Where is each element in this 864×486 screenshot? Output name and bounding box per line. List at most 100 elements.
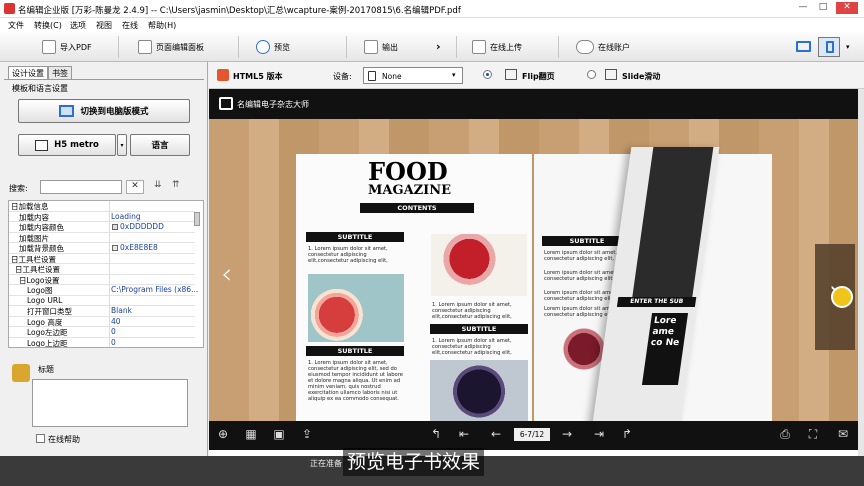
radio-dot (486, 73, 489, 76)
property-key: 打开窗口类型 (27, 307, 72, 316)
property-row[interactable]: Logo左边距 0 (9, 327, 195, 338)
property-row[interactable]: 日工具栏设置 (9, 264, 195, 275)
property-row[interactable]: 加载内容颜色 0xDDDDDD (9, 222, 195, 233)
property-divider (109, 201, 110, 211)
chevron-right-icon[interactable]: › (436, 40, 441, 53)
last-page-icon[interactable]: ⇥ (591, 427, 607, 441)
preview-area: HTML5 版本 设备: None ▾ Flip翻页 Slide滑动 名编辑电子… (209, 62, 864, 456)
first-page-icon[interactable]: ⇤ (456, 427, 472, 441)
html5-icon (217, 69, 229, 81)
property-key: Logo图 (27, 286, 53, 295)
share-icon[interactable]: ⇪ (299, 427, 315, 441)
menu-convert[interactable]: 转换(C) (34, 20, 62, 31)
page-indicator[interactable]: 6-7/12 (514, 428, 550, 441)
left-page[interactable]: FOOD MAGAZINE CONTENTS SUBTITLE 1. Lorem… (296, 154, 532, 446)
property-key: Logo URL (27, 295, 63, 305)
output-icon (364, 40, 378, 54)
print-icon[interactable]: ⎙ (777, 427, 793, 442)
property-row[interactable]: 打开窗口类型 Blank (9, 306, 195, 317)
property-scrollbar[interactable] (194, 212, 200, 226)
expand-all-icon[interactable]: ⇊ (154, 180, 162, 190)
collapse-all-icon[interactable]: ⇈ (172, 180, 180, 190)
mobile-view-button[interactable] (818, 37, 840, 57)
property-divider (109, 327, 110, 337)
tab-design-settings[interactable]: 设计设置 (8, 66, 48, 79)
device-value: None (382, 72, 402, 81)
redo-icon[interactable]: ↱ (619, 427, 635, 441)
thumbnails-icon[interactable]: ▦ (243, 427, 259, 441)
prev-page-arrow[interactable]: ‹ (221, 257, 232, 290)
previous-page-icon[interactable]: ← (488, 427, 504, 441)
tab-bookmarks[interactable]: 书签 (48, 66, 72, 79)
title-textarea[interactable] (32, 379, 188, 427)
menu-online[interactable]: 在线 (122, 20, 138, 31)
close-button[interactable]: ✕ (836, 2, 858, 14)
video-caption: 预览电子书效果 (343, 448, 485, 476)
color-swatch[interactable] (112, 224, 118, 230)
next-page-icon[interactable]: → (559, 427, 575, 441)
chevron-down-icon: ▾ (452, 71, 456, 79)
menu-options[interactable]: 选项 (70, 20, 86, 31)
logo-icon (219, 97, 233, 110)
flip-label: Flip翻页 (522, 72, 555, 81)
import-pdf-button[interactable]: 导入PDF (42, 39, 92, 55)
email-icon[interactable]: ✉ (835, 427, 851, 441)
next-page-panel[interactable]: › (815, 244, 855, 350)
property-row[interactable]: 加载图片 (9, 232, 195, 243)
property-row[interactable]: Logo 高度 40 (9, 316, 195, 327)
search-input[interactable] (40, 180, 122, 194)
viewer-scrollbar[interactable] (858, 89, 864, 456)
media-icon[interactable]: ▣ (271, 427, 287, 441)
language-button[interactable]: 语言 (130, 134, 190, 156)
chevron-down-icon[interactable]: ▾ (846, 43, 850, 51)
fullscreen-icon[interactable]: ⛶ (805, 427, 821, 442)
upload-button[interactable]: 在线上传 (472, 39, 522, 55)
property-row[interactable]: 加载内容 Loading (9, 211, 195, 222)
template-dropdown[interactable]: ▾ (117, 134, 127, 156)
clear-search-icon[interactable]: ✕ (126, 180, 144, 194)
page-editor-button[interactable]: 页面编辑面板 (138, 39, 204, 55)
slide-radio[interactable] (587, 70, 596, 79)
maximize-button[interactable]: □ (814, 2, 832, 14)
property-row[interactable]: 日工具栏设置 (9, 253, 195, 264)
minimize-button[interactable]: — (794, 2, 812, 14)
online-help-checkbox[interactable] (36, 434, 45, 443)
property-divider (109, 295, 110, 306)
undo-icon[interactable]: ↰ (428, 427, 444, 441)
property-value: 0xDDDDDD (120, 222, 164, 231)
property-row[interactable]: Logo上边距 0 (9, 337, 195, 347)
output-button[interactable]: 输出 (364, 39, 398, 55)
device-select[interactable]: None ▾ (363, 67, 463, 84)
online-account-button[interactable]: 在线账户 (576, 39, 630, 55)
property-row[interactable]: 日加载信息 (9, 201, 195, 212)
html5-label: HTML5 版本 (233, 72, 283, 81)
menu-file[interactable]: 文件 (8, 20, 24, 31)
magazine-subtitle: MAGAZINE (368, 183, 452, 198)
color-swatch[interactable] (112, 245, 118, 251)
online-help-label: 在线帮助 (48, 435, 80, 444)
property-row[interactable]: 日Logo设置 (9, 274, 195, 285)
property-row[interactable]: Logo URL (9, 295, 195, 306)
desktop-view-icon[interactable] (796, 41, 811, 52)
upload-icon (472, 40, 486, 54)
switch-mode-button[interactable]: 切换到电脑版模式 (18, 99, 190, 123)
lorem-1: 1. Lorem ipsum dolor sit amet, consectet… (308, 246, 388, 264)
menu-help[interactable]: 帮助(H) (148, 20, 176, 31)
book-header: 名编辑电子杂志大师 (209, 89, 858, 119)
menu-view[interactable]: 视图 (96, 20, 112, 31)
property-row[interactable]: 加载背景颜色 0xE8E8E8 (9, 243, 195, 254)
property-divider (109, 337, 110, 347)
mobile-icon (826, 41, 834, 53)
template-button[interactable]: H5 metro (18, 134, 116, 156)
property-key: 日工具栏设置 (15, 265, 60, 274)
subtitle-2: SUBTITLE (306, 346, 404, 356)
preview-button[interactable]: 预览 (256, 39, 290, 55)
property-row[interactable]: Logo图 C:\Program Files (x86... (9, 285, 198, 296)
page-editor-label: 页面编辑面板 (156, 42, 204, 52)
zoom-in-icon[interactable]: ⊕ (215, 427, 231, 441)
tab-divider (4, 79, 204, 80)
property-key: 加载图片 (19, 233, 49, 243)
flip-radio[interactable] (483, 70, 492, 79)
property-value: 0 (111, 327, 116, 336)
import-pdf-label: 导入PDF (60, 42, 92, 52)
